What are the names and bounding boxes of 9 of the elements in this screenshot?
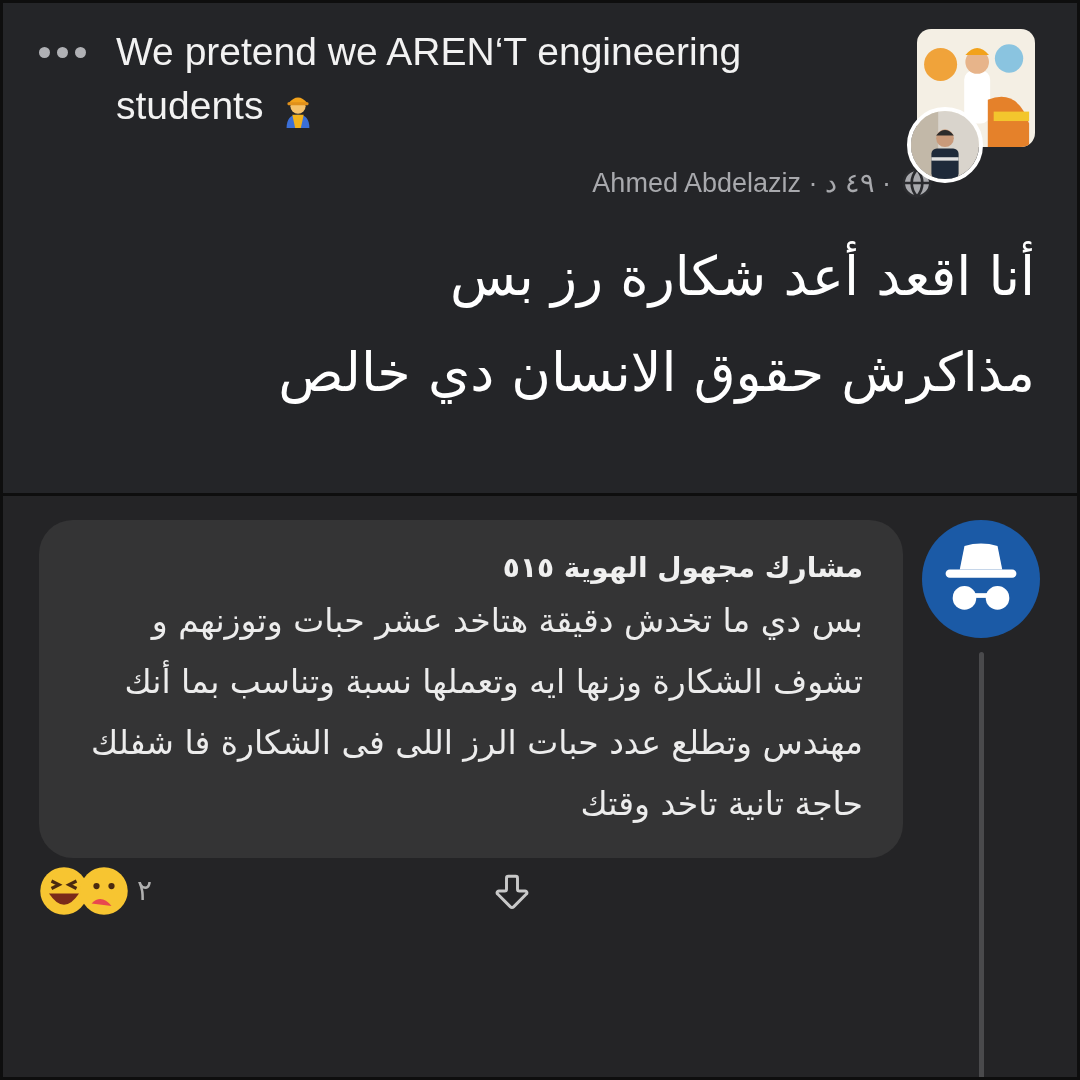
more-options-button[interactable] <box>39 47 86 58</box>
post-text-line: أنا اقعد أعد شكارة رز بس <box>39 231 1035 322</box>
commenter-name[interactable]: مشارك مجهول الهوية ٥١٥ <box>79 546 863 590</box>
post-meta: Ahmed Abdelaziz · ٤٩ د · <box>592 167 891 200</box>
group-title[interactable]: We pretend we AREN‘T engineering students <box>116 25 806 133</box>
comment-text: بس دي ما تخدش دقيقة هتاخد عشر حبات وتوزنهم و تشوف الشكارة وزنها ايه وتعملها نسبة وتناسب بما أنك مهندس وتطلع عدد حبات الرز اللى فى الشكارة فا شفلك حاجة تانية تاخد وقتك <box>89 600 863 825</box>
post-text-line: مذاكرش حقوق الانسان دي خالص <box>277 339 1035 406</box>
reaction-count: ٢ <box>137 873 153 909</box>
anonymous-avatar-icon <box>922 520 1040 638</box>
